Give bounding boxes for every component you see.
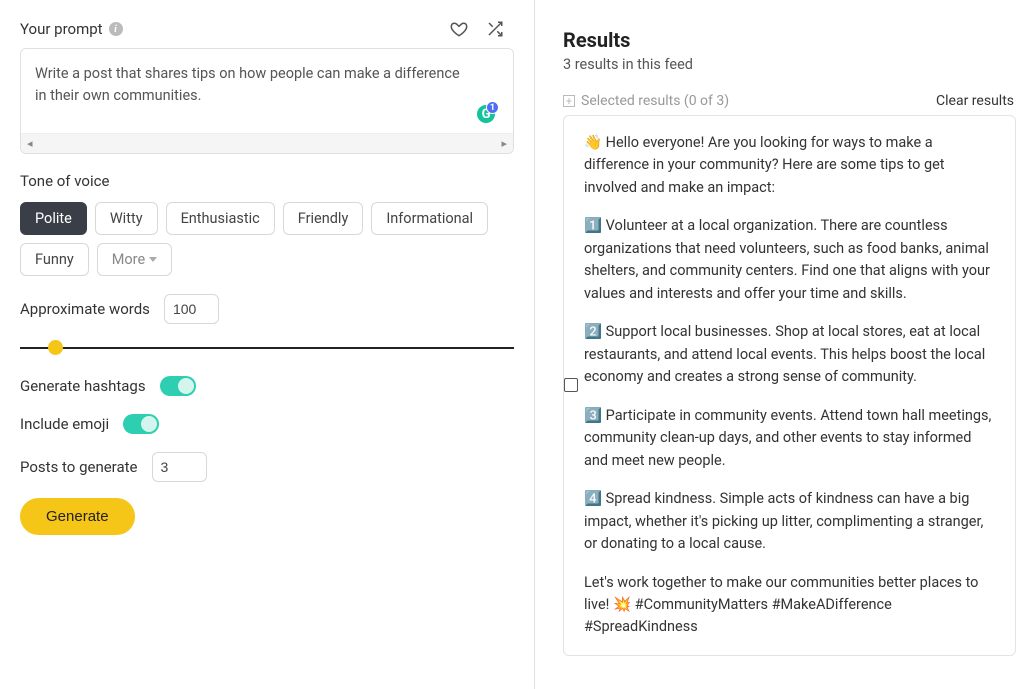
approx-words-label: Approximate words bbox=[20, 300, 150, 318]
result-paragraph: Let's work together to make our communit… bbox=[584, 572, 997, 639]
prompt-label-text: Your prompt bbox=[20, 20, 103, 38]
approx-words-input[interactable] bbox=[164, 294, 219, 324]
tone-friendly[interactable]: Friendly bbox=[283, 202, 364, 235]
expand-icon[interactable]: + bbox=[563, 95, 575, 107]
favorite-icon[interactable] bbox=[450, 20, 468, 38]
result-checkbox[interactable] bbox=[564, 378, 578, 392]
prompt-header: Your prompt i bbox=[20, 20, 514, 38]
emoji-label: Include emoji bbox=[20, 415, 109, 433]
result-paragraph: 1️⃣ Volunteer at a local organization. T… bbox=[584, 215, 997, 305]
results-panel: Results 3 results in this feed + Selecte… bbox=[535, 0, 1022, 689]
results-subtitle: 3 results in this feed bbox=[563, 56, 1022, 73]
form-panel: Your prompt i G 1 ◂▸ bbox=[0, 0, 535, 689]
results-title: Results bbox=[563, 28, 1022, 52]
clear-results-link[interactable]: Clear results bbox=[936, 93, 1014, 109]
tone-informational[interactable]: Informational bbox=[371, 202, 488, 235]
tone-more[interactable]: More bbox=[97, 243, 172, 276]
tone-more-label: More bbox=[112, 251, 145, 268]
words-slider[interactable] bbox=[20, 340, 514, 356]
result-body: 👋 Hello everyone! Are you looking for wa… bbox=[578, 116, 1015, 655]
tone-funny[interactable]: Funny bbox=[20, 243, 89, 276]
result-card: 👋 Hello everyone! Are you looking for wa… bbox=[563, 115, 1016, 656]
emoji-toggle[interactable] bbox=[123, 414, 159, 434]
shuffle-icon[interactable] bbox=[486, 20, 504, 38]
chevron-down-icon bbox=[149, 257, 157, 262]
tone-polite[interactable]: Polite bbox=[20, 202, 87, 235]
tone-label: Tone of voice bbox=[20, 172, 514, 190]
generate-button[interactable]: Generate bbox=[20, 498, 135, 535]
slider-thumb[interactable] bbox=[48, 340, 63, 355]
prompt-textarea[interactable] bbox=[21, 49, 513, 129]
tone-options: Polite Witty Enthusiastic Friendly Infor… bbox=[20, 202, 514, 276]
results-list[interactable]: 👋 Hello everyone! Are you looking for wa… bbox=[563, 115, 1022, 689]
hashtags-label: Generate hashtags bbox=[20, 377, 146, 395]
posts-count-label: Posts to generate bbox=[20, 458, 138, 476]
grammarly-icon[interactable]: G 1 bbox=[475, 103, 497, 125]
posts-count-input[interactable] bbox=[152, 452, 207, 482]
result-paragraph: 4️⃣ Spread kindness. Simple acts of kind… bbox=[584, 488, 997, 555]
selected-results-label: Selected results (0 of 3) bbox=[581, 93, 729, 109]
grammarly-count: 1 bbox=[486, 101, 499, 114]
result-paragraph: 2️⃣ Support local businesses. Shop at lo… bbox=[584, 321, 997, 388]
slider-track bbox=[20, 347, 514, 349]
result-paragraph: 3️⃣ Participate in community events. Att… bbox=[584, 405, 997, 472]
result-paragraph: 👋 Hello everyone! Are you looking for wa… bbox=[584, 132, 997, 199]
textarea-scrollbar[interactable]: ◂▸ bbox=[21, 133, 513, 153]
tone-enthusiastic[interactable]: Enthusiastic bbox=[166, 202, 275, 235]
prompt-label: Your prompt i bbox=[20, 20, 123, 38]
hashtags-toggle[interactable] bbox=[160, 376, 196, 396]
info-icon[interactable]: i bbox=[109, 22, 123, 36]
tone-witty[interactable]: Witty bbox=[95, 202, 158, 235]
results-bar: + Selected results (0 of 3) Clear result… bbox=[563, 93, 1022, 109]
prompt-box: G 1 ◂▸ bbox=[20, 48, 514, 154]
